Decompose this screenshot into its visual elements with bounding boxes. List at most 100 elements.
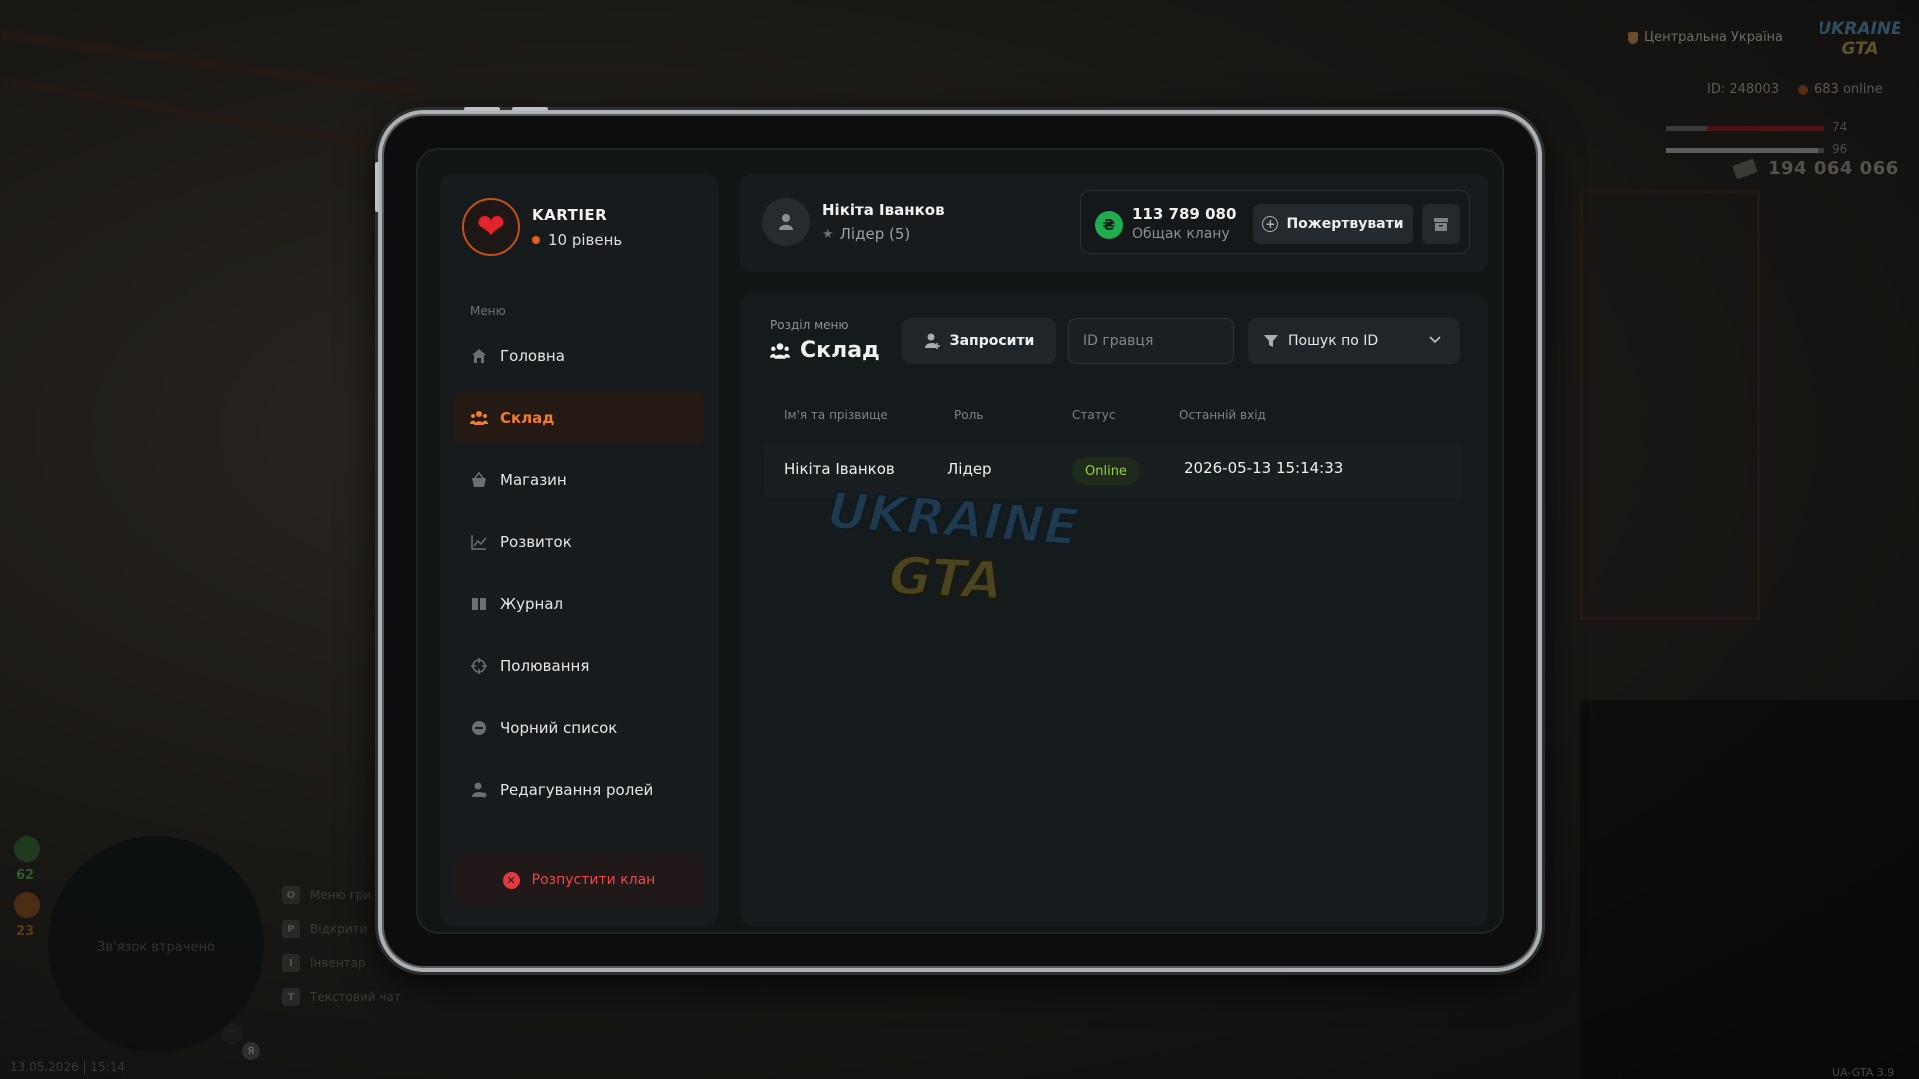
- sidebar-item-shop[interactable]: Магазин: [454, 454, 704, 506]
- home-icon: [470, 347, 488, 365]
- region-shield-icon: [1628, 31, 1638, 44]
- header-card: Нікіта Іванков ★ Лідер (5) ₴ 113 789 080…: [740, 174, 1488, 272]
- menu-caption: Меню: [470, 304, 506, 318]
- bg-window-frame: [1580, 190, 1760, 620]
- region-label: Центральна Україна: [1628, 30, 1783, 45]
- sidebar-item-journal[interactable]: Журнал: [454, 578, 704, 630]
- bg-beam: [2, 77, 378, 149]
- member-name: Нікіта Іванков: [784, 460, 895, 478]
- sidebar-item-label: Головна: [500, 347, 565, 365]
- column-header: Ім'я та прізвище: [784, 408, 888, 422]
- treasury-amount: 113 789 080: [1132, 205, 1237, 223]
- datetime: 13.05.2026 | 15:14: [10, 1060, 125, 1074]
- armor-bar: [1666, 148, 1824, 153]
- filter-icon: [1264, 335, 1278, 347]
- clan-level-text: 10 рівень: [548, 230, 623, 249]
- sidebar-item-home[interactable]: Головна: [454, 330, 704, 382]
- player-id: ID: 248003: [1707, 82, 1779, 97]
- plus-circle-icon: +: [1262, 216, 1279, 232]
- keyhint: T Текстовий чат: [282, 988, 401, 1006]
- treasury-label: Общак клану: [1132, 226, 1230, 242]
- invite-label: Запросити: [949, 333, 1035, 349]
- chevron-down-icon: [1429, 336, 1441, 344]
- tablet-button: [375, 162, 379, 212]
- keyhint-label: Меню гри: [310, 888, 372, 902]
- donate-button[interactable]: + Пожертвувати: [1253, 204, 1413, 244]
- treasury-history-button[interactable]: [1422, 204, 1460, 244]
- content-card: Розділ меню Склад Запросити Пошук по ID: [740, 294, 1488, 926]
- invite-button[interactable]: Запросити: [902, 318, 1056, 364]
- people-icon: [470, 409, 488, 427]
- table-row[interactable]: Нікіта Іванков Лідер Online 2026-05-13 1…: [764, 444, 1462, 498]
- minimap-status: Зв'язок втрачено: [97, 940, 215, 955]
- level-dot-icon: [532, 235, 540, 244]
- sidebar-menu: Головна Склад Магазин Розвиток Журнал По…: [454, 330, 704, 826]
- archive-icon: [1434, 218, 1448, 231]
- people-icon: [770, 342, 790, 359]
- hunger-icon: [14, 836, 40, 862]
- disband-clan-label: Розпустити клан: [531, 872, 656, 888]
- player-id-input[interactable]: [1069, 319, 1257, 363]
- sidebar-item-label: Полювання: [500, 657, 590, 675]
- player-id-field: [1068, 318, 1273, 364]
- user-name: Нікіта Іванков: [822, 201, 945, 219]
- keyhint: O Меню гри: [282, 886, 371, 904]
- sidebar-item-hunting[interactable]: Полювання: [454, 640, 704, 692]
- sidebar-item-label: Склад: [500, 409, 555, 427]
- column-header: Останній вхід: [1179, 408, 1266, 422]
- keyhint-label: Інвентар: [310, 956, 366, 970]
- armor-value: 96: [1832, 142, 1848, 156]
- heart-icon: ❤: [476, 207, 506, 247]
- section-caption: Розділ меню: [770, 318, 849, 332]
- online-icon: [1798, 84, 1808, 95]
- status-badge: Online: [1072, 457, 1140, 485]
- clan-logo: ❤: [462, 198, 520, 256]
- clan-treasury: ₴ 113 789 080 Общак клану + Пожертвувати: [1080, 190, 1470, 254]
- user-icon: [779, 214, 793, 230]
- search-filter-select[interactable]: Пошук по ID: [1248, 318, 1460, 364]
- sidebar-item-warehouse[interactable]: Склад: [454, 392, 704, 444]
- sidebar: ❤ KARTIER 10 рівень Меню Головна Склад М…: [440, 174, 718, 926]
- star-icon: ★: [822, 226, 834, 242]
- keyhint-key: I: [282, 954, 300, 972]
- health-value: 74: [1832, 120, 1848, 134]
- keyhint-key: O: [282, 886, 300, 904]
- members-table: Ім'я та прізвище Роль Статус Останній вх…: [764, 398, 1462, 498]
- member-role: Лідер: [947, 460, 992, 478]
- disband-clan-button[interactable]: ✕ Розпустити клан: [454, 854, 704, 906]
- sidebar-item-edit-roles[interactable]: Редагування ролей: [454, 764, 704, 816]
- sidebar-item-blacklist[interactable]: Чорний список: [454, 702, 704, 754]
- clan-level: 10 рівень: [532, 231, 622, 249]
- sidebar-item-label: Чорний список: [500, 719, 618, 737]
- close-circle-icon: ✕: [502, 871, 520, 889]
- microphone-icon: [222, 1024, 242, 1044]
- sidebar-item-development[interactable]: Розвиток: [454, 516, 704, 568]
- hunger-value: 62: [16, 868, 35, 883]
- tablet-button: [464, 107, 500, 111]
- keyhint-key: P: [282, 920, 300, 938]
- thirst-icon: [14, 892, 40, 918]
- sidebar-item-label: Журнал: [500, 595, 564, 613]
- book-icon: [470, 595, 488, 613]
- bg-furniture: [1580, 700, 1919, 1079]
- user-edit-icon: [470, 781, 488, 799]
- block-icon: [470, 719, 488, 737]
- tablet-screen: ❤ KARTIER 10 рівень Меню Головна Склад М…: [416, 148, 1504, 934]
- keyhint: P Відкрити: [282, 920, 367, 938]
- avatar: [762, 198, 810, 246]
- page-title-text: Склад: [800, 338, 880, 363]
- mic-badge: Я: [242, 1042, 260, 1060]
- server-logo: UKRAINE GTA: [1820, 19, 1900, 58]
- crosshair-icon: [470, 657, 488, 675]
- chart-icon: [470, 533, 488, 551]
- thirst-value: 23: [16, 924, 35, 939]
- keyhint-key: T: [282, 988, 300, 1006]
- sidebar-item-label: Редагування ролей: [500, 781, 654, 799]
- keyhint-label: Відкрити: [310, 922, 368, 936]
- health-bar: [1666, 126, 1824, 131]
- add-user-icon: [924, 333, 940, 349]
- user-role-text: Лідер (5): [839, 225, 911, 243]
- money-value: 194 064 066: [1768, 158, 1899, 179]
- current-user: Нікіта Іванков ★ Лідер (5): [762, 198, 945, 246]
- clan-profile: ❤ KARTIER 10 рівень: [462, 198, 622, 256]
